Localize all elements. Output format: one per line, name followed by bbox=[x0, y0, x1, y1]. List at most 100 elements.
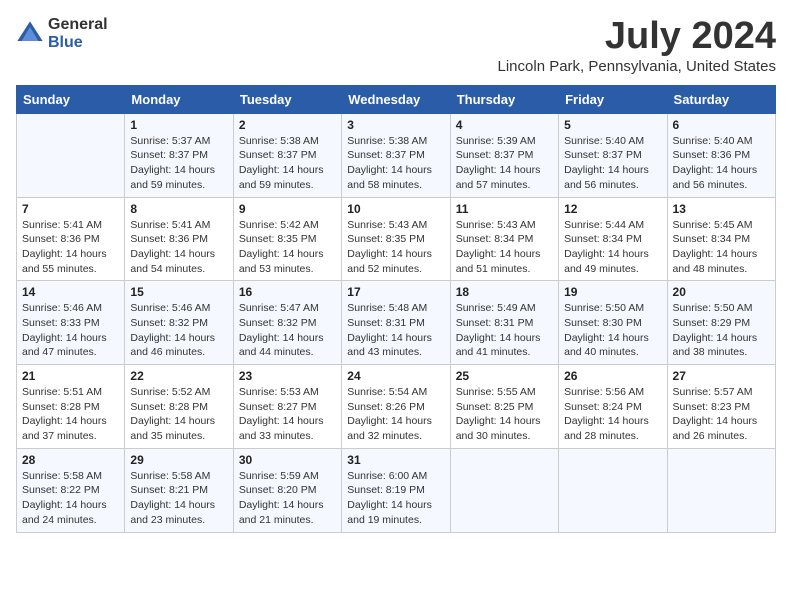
table-row: 28 Sunrise: 5:58 AM Sunset: 8:22 PM Dayli… bbox=[17, 448, 125, 532]
day-number: 10 bbox=[347, 202, 444, 216]
calendar-week-row: 14 Sunrise: 5:46 AM Sunset: 8:33 PM Dayli… bbox=[17, 281, 776, 365]
day-number: 3 bbox=[347, 118, 444, 132]
table-row: 5Sunrise: 5:40 AM Sunset: 8:37 PM Daylig… bbox=[559, 113, 667, 197]
day-number: 19 bbox=[564, 285, 661, 299]
location-title: Lincoln Park, Pennsylvania, United State… bbox=[498, 58, 777, 75]
day-info: Sunrise: 5:52 AM Sunset: 8:28 PM Dayligh… bbox=[130, 385, 227, 444]
table-row: 24 Sunrise: 5:54 AM Sunset: 8:26 PM Dayli… bbox=[342, 365, 450, 449]
day-info: Sunrise: 5:57 AM Sunset: 8:23 PM Dayligh… bbox=[673, 385, 770, 444]
table-row bbox=[450, 448, 558, 532]
day-info: Sunrise: 5:41 AM Sunset: 8:36 PM Dayligh… bbox=[22, 218, 119, 277]
col-friday: Friday bbox=[559, 85, 667, 113]
day-number: 2 bbox=[239, 118, 336, 132]
day-number: 6 bbox=[673, 118, 770, 132]
day-info: Sunrise: 5:37 AM Sunset: 8:37 PM Dayligh… bbox=[130, 134, 227, 193]
calendar-header-row: Sunday Monday Tuesday Wednesday Thursday… bbox=[17, 85, 776, 113]
day-info: Sunrise: 5:46 AM Sunset: 8:32 PM Dayligh… bbox=[130, 301, 227, 360]
table-row: 27Sunrise: 5:57 AM Sunset: 8:23 PM Dayli… bbox=[667, 365, 775, 449]
day-info: Sunrise: 5:40 AM Sunset: 8:36 PM Dayligh… bbox=[673, 134, 770, 193]
day-info: Sunrise: 5:47 AM Sunset: 8:32 PM Dayligh… bbox=[239, 301, 336, 360]
day-info: Sunrise: 5:59 AM Sunset: 8:20 PM Dayligh… bbox=[239, 469, 336, 528]
day-number: 16 bbox=[239, 285, 336, 299]
table-row: 14 Sunrise: 5:46 AM Sunset: 8:33 PM Dayli… bbox=[17, 281, 125, 365]
table-row: 11 Sunrise: 5:43 AM Sunset: 8:34 PM Dayli… bbox=[450, 197, 558, 281]
logo-text: General Blue bbox=[48, 16, 108, 51]
table-row: 3Sunrise: 5:38 AM Sunset: 8:37 PM Daylig… bbox=[342, 113, 450, 197]
table-row bbox=[667, 448, 775, 532]
day-number: 5 bbox=[564, 118, 661, 132]
day-number: 17 bbox=[347, 285, 444, 299]
col-tuesday: Tuesday bbox=[233, 85, 341, 113]
table-row: 21 Sunrise: 5:51 AM Sunset: 8:28 PM Dayli… bbox=[17, 365, 125, 449]
day-number: 9 bbox=[239, 202, 336, 216]
day-info: Sunrise: 5:56 AM Sunset: 8:24 PM Dayligh… bbox=[564, 385, 661, 444]
day-info: Sunrise: 5:50 AM Sunset: 8:29 PM Dayligh… bbox=[673, 301, 770, 360]
table-row: 18 Sunrise: 5:49 AM Sunset: 8:31 PM Dayli… bbox=[450, 281, 558, 365]
day-number: 24 bbox=[347, 369, 444, 383]
calendar-week-row: 28 Sunrise: 5:58 AM Sunset: 8:22 PM Dayli… bbox=[17, 448, 776, 532]
calendar-table: Sunday Monday Tuesday Wednesday Thursday… bbox=[16, 85, 776, 533]
day-number: 1 bbox=[130, 118, 227, 132]
day-number: 31 bbox=[347, 453, 444, 467]
col-monday: Monday bbox=[125, 85, 233, 113]
table-row: 20 Sunrise: 5:50 AM Sunset: 8:29 PM Dayli… bbox=[667, 281, 775, 365]
day-number: 14 bbox=[22, 285, 119, 299]
title-area: July 2024 Lincoln Park, Pennsylvania, Un… bbox=[498, 16, 777, 75]
table-row: 4Sunrise: 5:39 AM Sunset: 8:37 PM Daylig… bbox=[450, 113, 558, 197]
day-number: 30 bbox=[239, 453, 336, 467]
day-number: 15 bbox=[130, 285, 227, 299]
table-row: 23Sunrise: 5:53 AM Sunset: 8:27 PM Dayli… bbox=[233, 365, 341, 449]
table-row: 29 Sunrise: 5:58 AM Sunset: 8:21 PM Dayli… bbox=[125, 448, 233, 532]
page-header: General Blue July 2024 Lincoln Park, Pen… bbox=[16, 16, 776, 75]
day-number: 21 bbox=[22, 369, 119, 383]
col-sunday: Sunday bbox=[17, 85, 125, 113]
table-row: 30 Sunrise: 5:59 AM Sunset: 8:20 PM Dayli… bbox=[233, 448, 341, 532]
day-info: Sunrise: 5:49 AM Sunset: 8:31 PM Dayligh… bbox=[456, 301, 553, 360]
table-row bbox=[17, 113, 125, 197]
day-number: 7 bbox=[22, 202, 119, 216]
table-row: 12 Sunrise: 5:44 AM Sunset: 8:34 PM Dayli… bbox=[559, 197, 667, 281]
day-info: Sunrise: 5:58 AM Sunset: 8:21 PM Dayligh… bbox=[130, 469, 227, 528]
logo: General Blue bbox=[16, 16, 108, 51]
day-info: Sunrise: 5:48 AM Sunset: 8:31 PM Dayligh… bbox=[347, 301, 444, 360]
table-row: 31 Sunrise: 6:00 AM Sunset: 8:19 PM Dayli… bbox=[342, 448, 450, 532]
table-row: 15 Sunrise: 5:46 AM Sunset: 8:32 PM Dayli… bbox=[125, 281, 233, 365]
day-number: 13 bbox=[673, 202, 770, 216]
logo-blue: Blue bbox=[48, 34, 108, 52]
table-row: 8Sunrise: 5:41 AM Sunset: 8:36 PM Daylig… bbox=[125, 197, 233, 281]
day-info: Sunrise: 5:41 AM Sunset: 8:36 PM Dayligh… bbox=[130, 218, 227, 277]
logo-icon bbox=[16, 20, 44, 48]
day-info: Sunrise: 5:58 AM Sunset: 8:22 PM Dayligh… bbox=[22, 469, 119, 528]
table-row: 7 Sunrise: 5:41 AM Sunset: 8:36 PM Daylig… bbox=[17, 197, 125, 281]
table-row: 10 Sunrise: 5:43 AM Sunset: 8:35 PM Dayli… bbox=[342, 197, 450, 281]
day-number: 11 bbox=[456, 202, 553, 216]
day-number: 12 bbox=[564, 202, 661, 216]
day-number: 29 bbox=[130, 453, 227, 467]
table-row: 19 Sunrise: 5:50 AM Sunset: 8:30 PM Dayli… bbox=[559, 281, 667, 365]
table-row: 16 Sunrise: 5:47 AM Sunset: 8:32 PM Dayli… bbox=[233, 281, 341, 365]
col-wednesday: Wednesday bbox=[342, 85, 450, 113]
table-row: 22 Sunrise: 5:52 AM Sunset: 8:28 PM Dayli… bbox=[125, 365, 233, 449]
day-info: Sunrise: 5:43 AM Sunset: 8:34 PM Dayligh… bbox=[456, 218, 553, 277]
day-info: Sunrise: 5:46 AM Sunset: 8:33 PM Dayligh… bbox=[22, 301, 119, 360]
col-thursday: Thursday bbox=[450, 85, 558, 113]
day-info: Sunrise: 5:42 AM Sunset: 8:35 PM Dayligh… bbox=[239, 218, 336, 277]
day-number: 4 bbox=[456, 118, 553, 132]
day-info: Sunrise: 5:51 AM Sunset: 8:28 PM Dayligh… bbox=[22, 385, 119, 444]
day-number: 28 bbox=[22, 453, 119, 467]
col-saturday: Saturday bbox=[667, 85, 775, 113]
table-row: 13 Sunrise: 5:45 AM Sunset: 8:34 PM Dayli… bbox=[667, 197, 775, 281]
day-info: Sunrise: 6:00 AM Sunset: 8:19 PM Dayligh… bbox=[347, 469, 444, 528]
day-info: Sunrise: 5:50 AM Sunset: 8:30 PM Dayligh… bbox=[564, 301, 661, 360]
table-row: 25Sunrise: 5:55 AM Sunset: 8:25 PM Dayli… bbox=[450, 365, 558, 449]
day-number: 22 bbox=[130, 369, 227, 383]
day-info: Sunrise: 5:54 AM Sunset: 8:26 PM Dayligh… bbox=[347, 385, 444, 444]
day-info: Sunrise: 5:43 AM Sunset: 8:35 PM Dayligh… bbox=[347, 218, 444, 277]
day-number: 26 bbox=[564, 369, 661, 383]
day-number: 20 bbox=[673, 285, 770, 299]
day-number: 18 bbox=[456, 285, 553, 299]
day-info: Sunrise: 5:45 AM Sunset: 8:34 PM Dayligh… bbox=[673, 218, 770, 277]
day-info: Sunrise: 5:44 AM Sunset: 8:34 PM Dayligh… bbox=[564, 218, 661, 277]
day-info: Sunrise: 5:55 AM Sunset: 8:25 PM Dayligh… bbox=[456, 385, 553, 444]
calendar-week-row: 7 Sunrise: 5:41 AM Sunset: 8:36 PM Daylig… bbox=[17, 197, 776, 281]
